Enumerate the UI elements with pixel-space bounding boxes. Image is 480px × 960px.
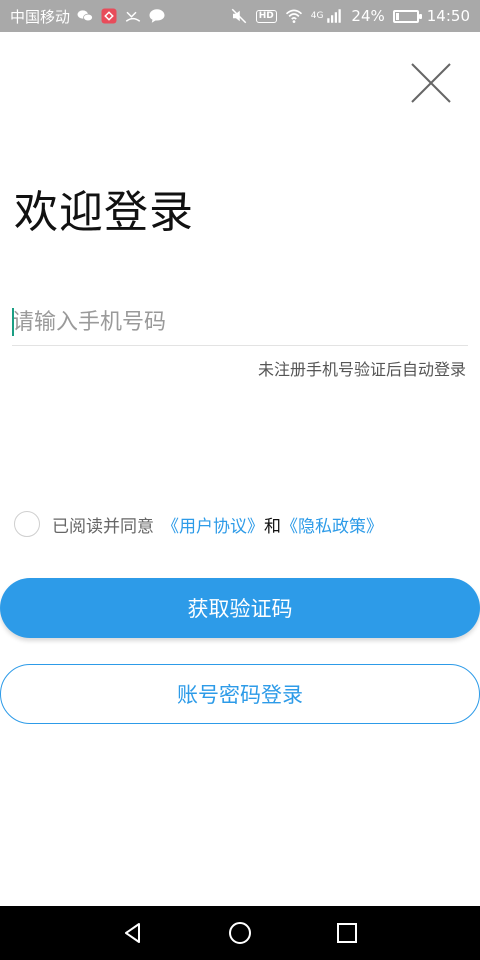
agreement-prefix: 已阅读并同意 xyxy=(52,516,154,537)
battery-icon xyxy=(392,9,422,23)
status-right: HD 4G 24% 14:50 xyxy=(230,7,470,25)
back-button[interactable] xyxy=(118,918,148,948)
close-button[interactable] xyxy=(404,56,458,110)
wifi-icon xyxy=(285,7,303,25)
battery-percent: 24% xyxy=(351,7,385,25)
auto-login-hint: 未注册手机号验证后自动登录 xyxy=(257,360,466,379)
status-left: 中国移动 xyxy=(10,6,166,27)
status-bar: 中国移动 HD 4G 24% 14:50 xyxy=(0,0,480,32)
network-type-label: 4G xyxy=(310,11,324,21)
close-icon xyxy=(411,63,451,103)
privacy-policy-link[interactable]: 《隐私政策》 xyxy=(281,512,383,537)
carrier-label: 中国移动 xyxy=(10,7,71,26)
agreement-row: 已阅读并同意 《用户协议》 和 《隐私政策》 xyxy=(14,510,383,538)
agreement-and: 和 xyxy=(264,516,281,537)
signal-icon xyxy=(325,7,343,25)
phone-input-wrapper xyxy=(12,300,468,346)
user-agreement-link[interactable]: 《用户协议》 xyxy=(162,512,264,537)
get-code-button[interactable]: 获取验证码 xyxy=(0,578,480,638)
recents-square-icon xyxy=(336,923,357,943)
mute-icon xyxy=(230,7,248,25)
text-caret xyxy=(12,308,14,336)
home-circle-icon xyxy=(228,922,251,944)
agreement-checkbox[interactable] xyxy=(14,511,40,537)
missed-call-icon xyxy=(124,7,142,25)
wechat-icon xyxy=(76,7,94,25)
page-title: 欢迎登录 xyxy=(14,187,194,238)
app-notification-icon xyxy=(100,7,118,25)
hd-badge: HD xyxy=(255,9,277,23)
battery-fill xyxy=(395,12,400,20)
phone-number-input[interactable] xyxy=(12,300,468,344)
back-triangle-icon xyxy=(125,923,141,943)
clock: 14:50 xyxy=(426,7,470,25)
recents-button[interactable] xyxy=(332,918,362,948)
home-button[interactable] xyxy=(225,918,255,948)
message-icon xyxy=(148,7,166,25)
navigation-bar xyxy=(0,906,480,960)
password-login-button[interactable]: 账号密码登录 xyxy=(0,664,480,724)
